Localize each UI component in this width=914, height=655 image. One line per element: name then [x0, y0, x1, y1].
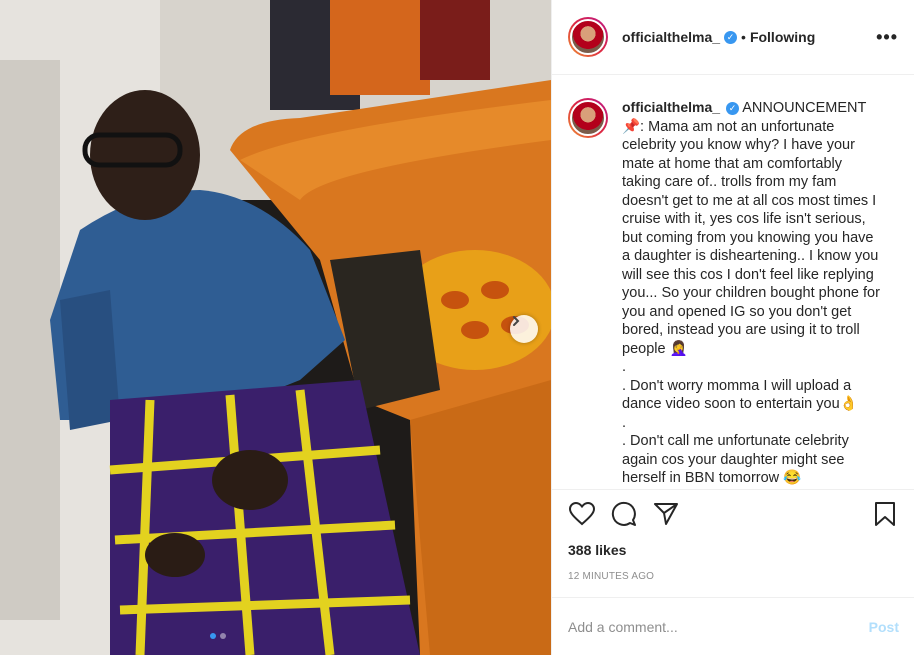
bookmark-icon	[875, 502, 895, 526]
caption-text: officialthelma_ ✓ ANNOUNCEMENT 📌: Mama am…	[622, 98, 882, 488]
carousel-indicator	[210, 633, 226, 639]
header-names: officialthelma_ ✓ • Following	[622, 29, 815, 45]
heart-icon	[569, 502, 595, 526]
share-button[interactable]	[652, 500, 680, 528]
verified-badge-icon: ✓	[724, 30, 738, 44]
comment-icon	[611, 501, 636, 526]
carousel-dot	[210, 633, 216, 639]
caption-avatar[interactable]	[568, 98, 608, 138]
comment-form: Post	[552, 597, 914, 655]
action-icons	[568, 490, 899, 538]
post-actions: 388 likes 12 MINUTES AGO	[552, 489, 914, 582]
separator: •	[741, 29, 746, 45]
like-button[interactable]	[568, 500, 596, 528]
following-button[interactable]: Following	[750, 29, 815, 45]
photo-illustration	[0, 0, 551, 655]
caption-username[interactable]: officialthelma_	[622, 99, 720, 115]
caption-area[interactable]: officialthelma_ ✓ ANNOUNCEMENT 📌: Mama am…	[552, 76, 914, 489]
like-count[interactable]: 388 likes	[568, 542, 899, 558]
save-button[interactable]	[871, 500, 899, 528]
post-comment-button[interactable]: Post	[869, 619, 899, 635]
caption-row: officialthelma_ ✓ ANNOUNCEMENT 📌: Mama am…	[568, 98, 899, 488]
verified-badge-icon: ✓	[726, 101, 740, 115]
avatar[interactable]	[568, 17, 608, 57]
post-side-panel: officialthelma_ ✓ • Following ••• offici…	[551, 0, 914, 655]
post-header: officialthelma_ ✓ • Following •••	[552, 0, 914, 75]
caption-body: ANNOUNCEMENT 📌: Mama am not an unfortuna…	[622, 100, 880, 486]
share-icon	[654, 503, 678, 525]
comment-input[interactable]	[568, 618, 869, 635]
post-photo[interactable]	[0, 0, 551, 655]
post-timestamp[interactable]: 12 MINUTES AGO	[568, 571, 899, 582]
username-link[interactable]: officialthelma_	[622, 29, 720, 45]
carousel-next-button[interactable]	[510, 315, 538, 343]
comment-button[interactable]	[610, 500, 638, 528]
more-options-icon[interactable]: •••	[876, 27, 898, 48]
carousel-dot	[220, 633, 226, 639]
chevron-right-icon	[513, 316, 520, 326]
